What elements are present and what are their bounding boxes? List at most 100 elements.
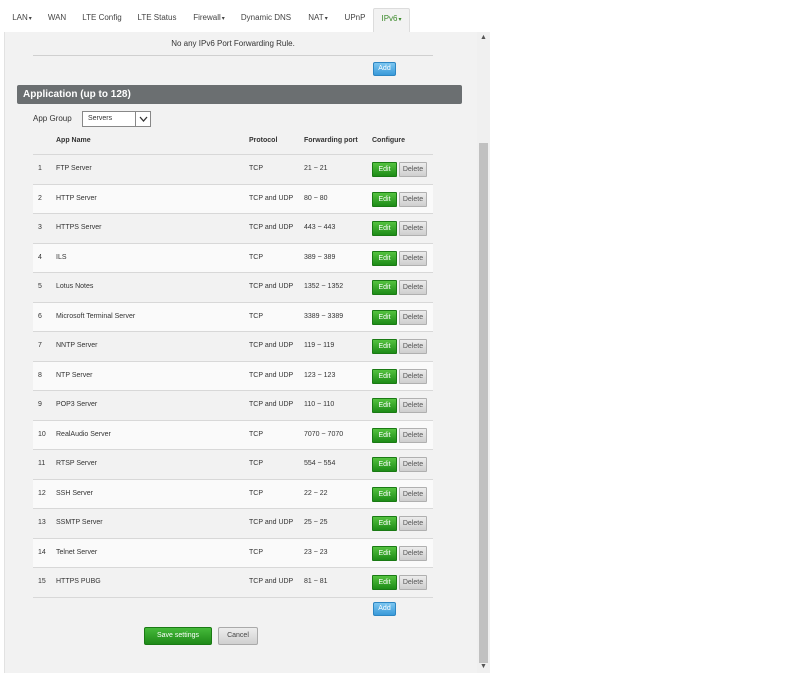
forwarding-port: 123 ~ 123	[304, 371, 336, 379]
protocol: TCP	[249, 165, 263, 172]
chevron-down-icon: ▾	[28, 16, 32, 22]
delete-button[interactable]: Delete	[399, 280, 427, 295]
tab-label: LTE Status	[137, 13, 177, 22]
edit-button[interactable]: Edit	[372, 575, 397, 590]
tab-label: Firewall	[193, 13, 221, 22]
tab-firewall[interactable]: Firewall▾	[188, 8, 230, 32]
delete-button[interactable]: Delete	[399, 516, 427, 531]
tab-ipv6[interactable]: IPv6▾	[373, 8, 410, 32]
delete-button[interactable]: Delete	[399, 486, 427, 502]
forwarding-port: 1352 ~ 1352	[304, 283, 344, 290]
protocol: TCP	[249, 460, 263, 467]
table-divider	[33, 597, 433, 598]
top-nav: LAN▾ WAN LTE Config LTE Status Firewall▾…	[0, 0, 800, 32]
forwarding-port: 81 ~ 81	[304, 578, 328, 585]
row-number: 14	[38, 548, 46, 556]
row-number: 11	[38, 460, 46, 467]
delete-button[interactable]: Delete	[399, 457, 427, 472]
table-row: 11 RTSP Server TCP 554 ~ 554 Edit Delete	[33, 449, 433, 479]
app-group-select[interactable]: Servers	[82, 111, 151, 127]
delete-button[interactable]: Delete	[399, 162, 427, 177]
edit-button[interactable]: Edit	[372, 427, 397, 443]
tab-lan[interactable]: LAN▾	[6, 8, 38, 32]
tab-lte-config[interactable]: LTE Config	[78, 8, 126, 32]
table-row: 8 NTP Server TCP and UDP 123 ~ 123 Edit Delet…	[33, 360, 433, 390]
app-name: ILS	[56, 253, 67, 261]
edit-button[interactable]: Edit	[372, 516, 397, 531]
delete-button[interactable]: Delete	[399, 368, 427, 384]
app-name: NNTP Server	[56, 342, 98, 349]
protocol: TCP	[249, 253, 263, 261]
triangle-down-icon[interactable]: ▼	[478, 662, 489, 672]
delete-button[interactable]: Delete	[399, 398, 427, 413]
app-name: RTSP Server	[56, 460, 97, 467]
protocol: TCP and UDP	[249, 371, 294, 379]
delete-button[interactable]: Delete	[399, 339, 427, 354]
scrollbar-thumb[interactable]	[479, 143, 488, 663]
empty-rule-message: No any IPv6 Port Forwarding Rule.	[33, 38, 433, 56]
app-name: HTTPS Server	[56, 224, 102, 231]
app-name: POP3 Server	[56, 401, 98, 408]
tab-label: IPv6	[381, 14, 398, 23]
app-name: HTTPS PUBG	[56, 578, 101, 585]
delete-button[interactable]: Delete	[399, 575, 427, 590]
forwarding-port: 25 ~ 25	[304, 519, 328, 526]
edit-button[interactable]: Edit	[372, 486, 397, 502]
column-header-configure: Configure	[372, 137, 406, 144]
tab-label: WAN	[47, 13, 67, 22]
protocol: TCP	[249, 430, 263, 438]
triangle-up-icon[interactable]: ▲	[478, 33, 489, 43]
forwarding-port: 554 ~ 554	[304, 460, 336, 467]
cancel-button[interactable]: Cancel	[218, 627, 258, 645]
app-name: NTP Server	[56, 371, 93, 379]
forwarding-port: 23 ~ 23	[304, 548, 328, 556]
table-row: 4 ILS TCP 389 ~ 389 Edit Delete	[33, 242, 433, 272]
edit-button[interactable]: Edit	[372, 191, 397, 207]
table-row: 13 SSMTP Server TCP and UDP 25 ~ 25 Edit Dele…	[33, 508, 433, 538]
table-row: 15 HTTPS PUBG TCP and UDP 81 ~ 81 Edit Delete	[33, 567, 433, 597]
chevron-down-icon: ▾	[324, 16, 328, 22]
app-name: RealAudio Server	[56, 430, 111, 438]
delete-button[interactable]: Delete	[399, 427, 427, 443]
delete-button[interactable]: Delete	[399, 250, 427, 266]
edit-button[interactable]: Edit	[372, 250, 397, 266]
table-row: 6 Microsoft Terminal Server TCP 3389 ~ 3389…	[33, 301, 433, 331]
chevron-down-icon: ▾	[221, 16, 225, 22]
add-ipv6-rule-button[interactable]: Add	[373, 62, 396, 76]
tab-wan[interactable]: WAN	[44, 8, 70, 32]
delete-button[interactable]: Delete	[399, 221, 427, 236]
tab-upnp[interactable]: UPnP	[341, 8, 369, 32]
edit-button[interactable]: Edit	[372, 309, 397, 325]
forwarding-port: 110 ~ 110	[304, 401, 335, 408]
delete-button[interactable]: Delete	[399, 545, 427, 561]
edit-button[interactable]: Edit	[372, 457, 397, 472]
save-settings-button[interactable]: Save settings	[144, 627, 212, 645]
app-name: SSH Server	[56, 489, 93, 497]
row-number: 4	[38, 253, 42, 261]
tab-dynamic-dns[interactable]: Dynamic DNS	[237, 8, 295, 32]
tab-label: Dynamic DNS	[240, 13, 292, 22]
tab-lte-status[interactable]: LTE Status	[133, 8, 181, 32]
delete-button[interactable]: Delete	[399, 309, 427, 325]
row-number: 10	[38, 430, 46, 438]
edit-button[interactable]: Edit	[372, 398, 397, 413]
row-number: 9	[38, 401, 42, 408]
edit-button[interactable]: Edit	[372, 221, 397, 236]
column-header-protocol: Protocol	[249, 137, 278, 144]
edit-button[interactable]: Edit	[372, 545, 397, 561]
row-number: 12	[38, 489, 46, 497]
edit-button[interactable]: Edit	[372, 280, 397, 295]
table-row: 2 HTTP Server TCP and UDP 80 ~ 80 Edit Delete	[33, 183, 433, 213]
edit-button[interactable]: Edit	[372, 162, 397, 177]
tab-label: UPnP	[344, 13, 366, 22]
tab-nat[interactable]: NAT▾	[303, 8, 333, 32]
protocol: TCP and UDP	[249, 194, 294, 202]
table-row: 5 Lotus Notes TCP and UDP 1352 ~ 1352 Edit De…	[33, 272, 433, 302]
column-header-app-name: App Name	[56, 137, 91, 144]
table-row: 9 POP3 Server TCP and UDP 110 ~ 110 Edit Dele…	[33, 390, 433, 420]
row-number: 7	[38, 342, 42, 349]
edit-button[interactable]: Edit	[372, 339, 397, 354]
edit-button[interactable]: Edit	[372, 368, 397, 384]
add-application-button[interactable]: Add	[373, 602, 396, 616]
delete-button[interactable]: Delete	[399, 191, 427, 207]
